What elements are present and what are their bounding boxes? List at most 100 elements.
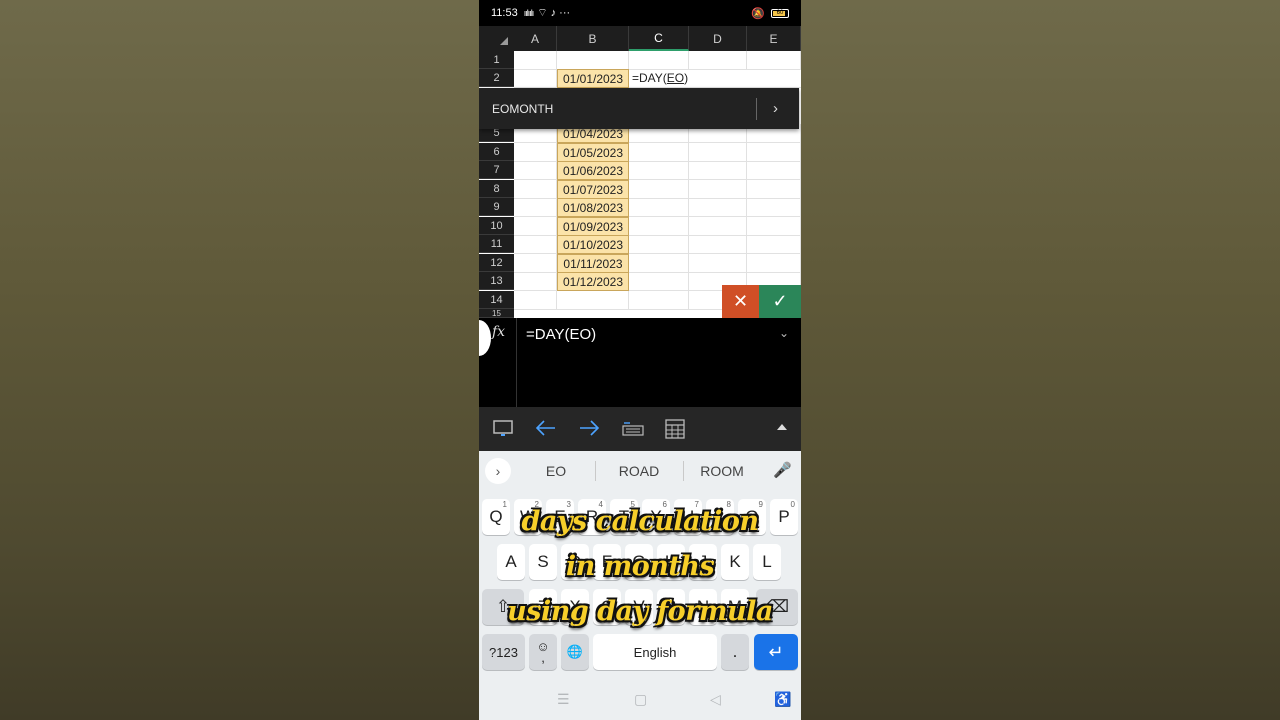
row-header-6[interactable]: 6 [479, 143, 514, 161]
cell-b13[interactable]: 01/12/2023 [557, 272, 629, 291]
row-header-11[interactable]: 11 [479, 235, 514, 253]
cell-d8[interactable] [689, 180, 747, 199]
cell-d10[interactable] [689, 217, 747, 236]
row-header-10[interactable]: 10 [479, 217, 514, 235]
cell-e6[interactable] [747, 143, 801, 162]
cell-b1[interactable] [557, 51, 629, 70]
cell-b12[interactable]: 01/11/2023 [557, 254, 629, 273]
cell-e11[interactable] [747, 235, 801, 254]
row-header-13[interactable]: 13 [479, 272, 514, 290]
cell-a10[interactable] [514, 217, 557, 236]
cell-b11[interactable]: 01/10/2023 [557, 235, 629, 254]
numbers-key[interactable]: ?123 [482, 634, 525, 670]
cell-b9[interactable]: 01/08/2023 [557, 198, 629, 217]
drag-handle[interactable] [479, 320, 491, 356]
row-header-7[interactable]: 7 [479, 161, 514, 179]
menu-icon[interactable]: ☰ [557, 691, 570, 708]
cell-c11[interactable] [629, 235, 689, 254]
column-header-d[interactable]: D [689, 26, 747, 51]
cell-d11[interactable] [689, 235, 747, 254]
cell-e9[interactable] [747, 198, 801, 217]
word-suggestion[interactable]: ROAD [599, 463, 679, 479]
chevron-down-icon[interactable]: ⌄ [779, 326, 789, 340]
cell-c8[interactable] [629, 180, 689, 199]
cell-d7[interactable] [689, 161, 747, 180]
cell-b6[interactable]: 01/05/2023 [557, 143, 629, 162]
checkmark-icon: ✓ [772, 291, 788, 311]
cell-a8[interactable] [514, 180, 557, 199]
cell-b7[interactable]: 01/06/2023 [557, 161, 629, 180]
space-bar[interactable]: English [593, 634, 717, 670]
formula-bar[interactable]: fx =DAY(EO) ⌄ [479, 318, 801, 407]
formula-input[interactable]: =DAY(EO) [526, 326, 596, 343]
back-icon[interactable]: ◁ [710, 691, 721, 708]
caption-line-2: in months [565, 551, 715, 582]
column-header-e[interactable]: E [747, 26, 801, 51]
calculator-icon[interactable] [665, 419, 685, 444]
cell-a6[interactable] [514, 143, 557, 162]
microphone-icon[interactable]: 🎤 [773, 461, 792, 479]
column-header-a[interactable]: A [514, 26, 557, 51]
cell-d1[interactable] [689, 51, 747, 70]
cell-e1[interactable] [747, 51, 801, 70]
column-header-b[interactable]: B [557, 26, 629, 51]
expand-toolbar-icon[interactable]: › [485, 458, 511, 484]
row-header-14[interactable]: 14 [479, 291, 514, 309]
cell-a7[interactable] [514, 161, 557, 180]
column-header-c[interactable]: C [629, 26, 689, 51]
row-header-2[interactable]: 2 [479, 69, 514, 87]
cell-c7[interactable] [629, 161, 689, 180]
row-header-8[interactable]: 8 [479, 180, 514, 198]
cell-c6[interactable] [629, 143, 689, 162]
arrow-right-icon[interactable] [578, 419, 600, 442]
cell-e10[interactable] [747, 217, 801, 236]
accessibility-icon[interactable]: ♿ [774, 691, 791, 708]
cell-a1[interactable] [514, 51, 557, 70]
word-suggestion[interactable]: EO [516, 463, 596, 479]
cell-d12[interactable] [689, 254, 747, 273]
caret-up-icon[interactable] [777, 424, 787, 430]
row-header-15[interactable]: 15 [479, 309, 514, 318]
function-autocomplete-popup[interactable]: EOMONTH › [479, 88, 799, 129]
row-header-1[interactable]: 1 [479, 51, 514, 69]
cell-b8[interactable]: 01/07/2023 [557, 180, 629, 199]
period-key[interactable]: . [721, 634, 749, 670]
cell-b10[interactable]: 01/09/2023 [557, 217, 629, 236]
cell-c12[interactable] [629, 254, 689, 273]
chevron-right-icon[interactable]: › [773, 100, 778, 117]
spreadsheet-grid[interactable]: A B C D E 1 2 5 6 7 8 9 10 11 12 13 14 1… [479, 26, 801, 318]
arrow-left-icon[interactable] [535, 419, 557, 442]
cell-a12[interactable] [514, 254, 557, 273]
cell-c2-editing[interactable]: =DAY(EO) [629, 69, 801, 88]
cell-a11[interactable] [514, 235, 557, 254]
cell-b14[interactable] [557, 291, 629, 310]
autocomplete-suggestion[interactable]: EOMONTH [492, 102, 553, 116]
cell-e12[interactable] [747, 254, 801, 273]
cell-a14[interactable] [514, 291, 557, 310]
emoji-comma-key[interactable]: ☺ , [529, 634, 557, 670]
cell-c13[interactable] [629, 272, 689, 291]
cell-e8[interactable] [747, 180, 801, 199]
word-suggestion[interactable]: ROOM [682, 463, 762, 479]
screen-icon[interactable] [493, 419, 513, 442]
cell-d6[interactable] [689, 143, 747, 162]
language-key[interactable]: 🌐 [561, 634, 589, 670]
cell-e7[interactable] [747, 161, 801, 180]
cell-c14[interactable] [629, 291, 689, 310]
cell-c10[interactable] [629, 217, 689, 236]
enter-key[interactable]: ↵ [754, 634, 798, 670]
numeric-keypad-icon[interactable] [622, 419, 644, 442]
row-header-9[interactable]: 9 [479, 198, 514, 216]
cell-a13[interactable] [514, 272, 557, 291]
cell-a2[interactable] [514, 69, 557, 88]
select-all-corner[interactable] [479, 26, 514, 51]
cell-c9[interactable] [629, 198, 689, 217]
row-header-12[interactable]: 12 [479, 254, 514, 272]
home-icon[interactable]: ▢ [634, 691, 647, 708]
cell-d9[interactable] [689, 198, 747, 217]
confirm-edit-button[interactable]: ✓ [759, 285, 801, 318]
cancel-edit-button[interactable]: ✕ [722, 285, 759, 318]
cell-c1[interactable] [629, 51, 689, 70]
cell-a9[interactable] [514, 198, 557, 217]
cell-b2[interactable]: 01/01/2023 [557, 69, 629, 88]
